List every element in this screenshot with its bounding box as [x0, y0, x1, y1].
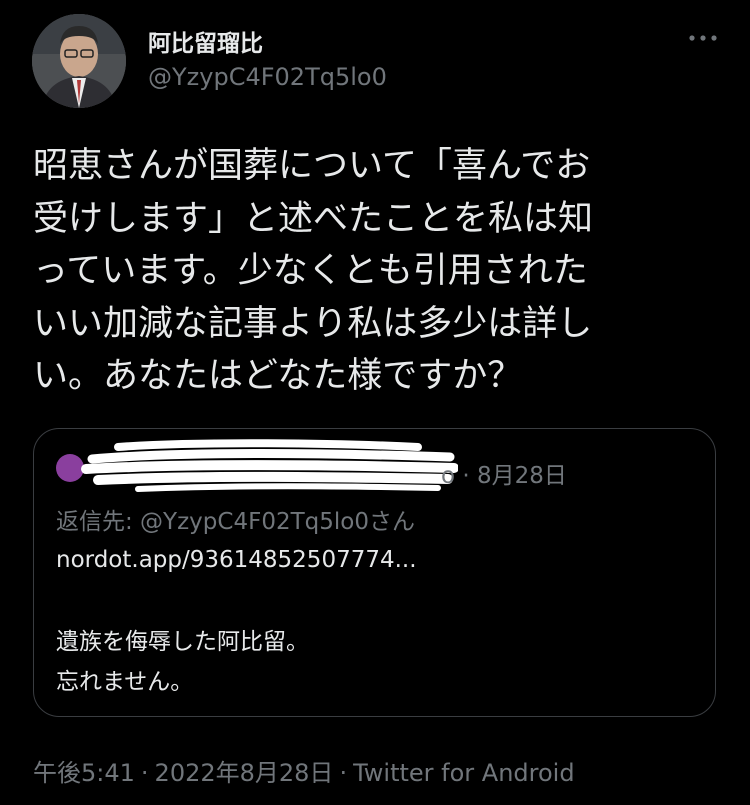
quoted-text-line: 忘れません。	[56, 669, 194, 695]
tweet-time: 午後5:41	[33, 759, 135, 787]
meta-separator: ·	[339, 759, 348, 787]
author-avatar[interactable]	[32, 14, 126, 108]
quoted-link[interactable]: nordot.app/93614852507774...	[56, 547, 417, 573]
quoted-tweet-date: o · 8月28日	[441, 456, 567, 490]
tweet-text: 昭恵さんが国葬について「喜んでお 受けします」と述べたことを私は知 っています。…	[33, 146, 594, 396]
quoted-tweet-card[interactable]: o · 8月28日 返信先: @YzypC4F02Tq5lo0さん nordot…	[33, 428, 716, 717]
meta-separator: ·	[140, 759, 149, 787]
more-horizontal-icon[interactable]	[686, 28, 720, 48]
quoted-text-line: 遺族を侮辱した阿比留。	[56, 629, 309, 655]
tweet-detail: 阿比留瑠比 @YzypC4F02Tq5lo0 昭恵さんが国葬について「喜んでお …	[0, 0, 750, 805]
author-avatar-photo	[32, 14, 126, 108]
author-handle[interactable]: @YzypC4F02Tq5lo0	[148, 63, 387, 91]
redaction-scribble	[81, 439, 458, 492]
date-separator: ·	[462, 463, 470, 489]
tweet-date: 2022年8月28日	[154, 759, 334, 787]
quoted-name-suffix: o	[441, 463, 456, 489]
author-display-name[interactable]: 阿比留瑠比	[148, 24, 263, 58]
quoted-reply-to: 返信先: @YzypC4F02Tq5lo0さん	[56, 509, 415, 535]
quoted-date-text: 8月28日	[477, 463, 567, 489]
tweet-client-link[interactable]: Twitter for Android	[353, 759, 574, 787]
tweet-metadata: 午後5:41 · 2022年8月28日 · Twitter for Android	[33, 753, 575, 788]
